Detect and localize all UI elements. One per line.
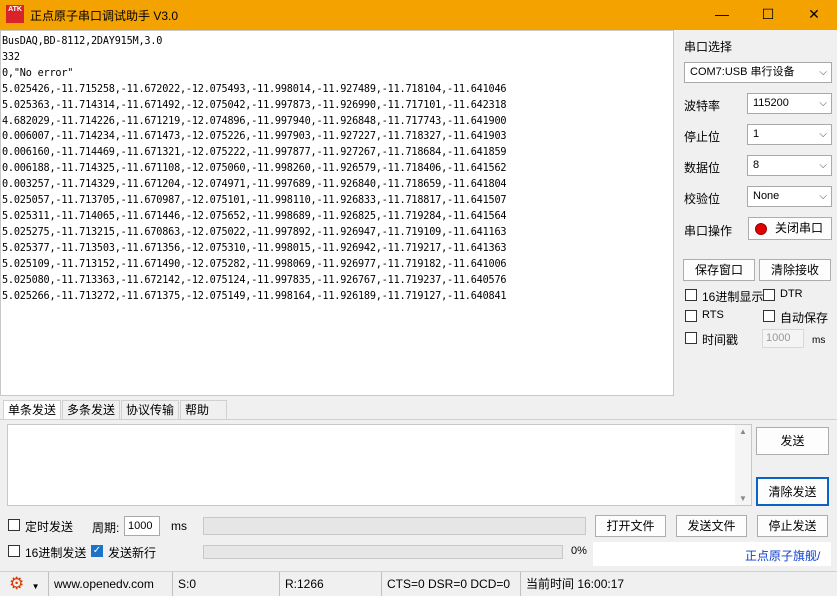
- close-port-button[interactable]: 关闭串口: [748, 217, 832, 240]
- tab-protocol[interactable]: 协议传输: [121, 400, 180, 420]
- minimize-icon: —: [715, 6, 729, 22]
- tab-help[interactable]: 帮助: [180, 400, 227, 420]
- close-port-label: 关闭串口: [774, 221, 823, 235]
- status-received: R:1266: [280, 572, 382, 596]
- stop-bits-value: 1: [753, 128, 760, 140]
- clear-receive-button[interactable]: 清除接收: [759, 259, 831, 281]
- close-icon: ✕: [808, 6, 820, 22]
- timed-send-label: 定时发送: [25, 520, 74, 534]
- settings-gear-button[interactable]: ⚙ ▼: [0, 572, 49, 596]
- receive-textarea[interactable]: BusDAQ,BD-8112,2DAY915M,3.0 332 0,"No er…: [0, 30, 674, 396]
- send-newline-checkbox[interactable]: ✓: [91, 545, 103, 557]
- send-file-button[interactable]: 发送文件: [676, 515, 747, 537]
- app-logo: ATK: [6, 5, 24, 23]
- send-progress-bar: [203, 545, 563, 559]
- tab-multi-send[interactable]: 多条发送: [62, 400, 121, 420]
- app-window: ATK 正点原子串口调试助手 V3.0 — ☐ ✕ BusDAQ,BD-8112…: [0, 0, 837, 596]
- hex-display-label: 16进制显示: [702, 290, 764, 304]
- receive-text: BusDAQ,BD-8112,2DAY915M,3.0 332 0,"No er…: [2, 36, 507, 302]
- parity-select[interactable]: None ⌵: [747, 186, 832, 207]
- hex-send-label: 16进制发送: [25, 546, 87, 560]
- save-window-button[interactable]: 保存窗口: [683, 259, 755, 281]
- hex-send-checkbox[interactable]: [8, 545, 20, 557]
- parity-value: None: [753, 190, 780, 202]
- stop-bits-select[interactable]: 1 ⌵: [747, 124, 832, 145]
- maximize-button[interactable]: ☐: [745, 0, 791, 30]
- status-time: 当前时间 16:00:17: [526, 577, 625, 591]
- status-sent: S:0: [173, 572, 280, 596]
- chevron-down-icon: ⌵: [819, 129, 827, 140]
- rts-checkbox[interactable]: [685, 310, 697, 322]
- send-file-path: [203, 517, 586, 535]
- ad-text: 正点原子旗舰/: [745, 549, 821, 563]
- stop-send-button[interactable]: 停止发送: [757, 515, 828, 537]
- send-scrollbar[interactable]: ▲ ▼: [735, 425, 751, 505]
- send-progress-text: 0%: [571, 545, 587, 557]
- baud-label: 波特率: [684, 99, 721, 113]
- period-input[interactable]: 1000: [124, 516, 160, 536]
- port-operation-label: 串口操作: [684, 224, 733, 238]
- open-file-button[interactable]: 打开文件: [595, 515, 666, 537]
- port-select[interactable]: COM7:USB 串行设备 ⌵: [684, 62, 832, 83]
- hex-display-checkbox[interactable]: [685, 289, 697, 301]
- auto-save-checkbox[interactable]: [763, 310, 775, 322]
- timestamp-input[interactable]: 1000: [762, 329, 804, 348]
- app-logo-text: ATK: [8, 6, 22, 13]
- baud-select[interactable]: 115200 ⌵: [747, 93, 832, 114]
- send-textarea[interactable]: ▲ ▼: [7, 424, 752, 506]
- scroll-down-icon[interactable]: ▼: [739, 494, 747, 503]
- caret-down-icon: ▼: [31, 582, 40, 591]
- dtr-checkbox[interactable]: [763, 289, 775, 301]
- chevron-down-icon: ⌵: [819, 98, 827, 109]
- chevron-down-icon: ⌵: [819, 67, 827, 78]
- status-signals: CTS=0 DSR=0 DCD=0: [382, 572, 521, 596]
- send-button[interactable]: 发送: [756, 427, 829, 455]
- minimize-button[interactable]: —: [699, 0, 745, 30]
- period-unit: ms: [171, 519, 187, 533]
- maximize-icon: ☐: [761, 6, 775, 22]
- send-newline-label: 发送新行: [108, 546, 157, 560]
- status-bar: ⚙ ▼ www.openedv.com S:0 R:1266 CTS=0 DSR…: [0, 571, 837, 596]
- data-bits-label: 数据位: [684, 161, 721, 175]
- tab-divider: [0, 419, 837, 420]
- tab-single-send[interactable]: 单条发送: [3, 400, 62, 420]
- check-icon: ✓: [92, 545, 102, 556]
- close-window-button[interactable]: ✕: [791, 0, 837, 30]
- data-bits-select[interactable]: 8 ⌵: [747, 155, 832, 176]
- dtr-label: DTR: [780, 288, 803, 300]
- scroll-up-icon[interactable]: ▲: [739, 427, 747, 436]
- gear-icon: ⚙: [9, 574, 25, 593]
- period-label: 周期:: [92, 521, 120, 535]
- window-title: 正点原子串口调试助手 V3.0: [30, 9, 179, 23]
- port-status-icon: [755, 223, 767, 235]
- clear-send-button[interactable]: 清除发送: [756, 477, 829, 506]
- data-bits-value: 8: [753, 159, 760, 171]
- timestamp-unit: ms: [812, 335, 826, 346]
- timed-send-checkbox[interactable]: [8, 519, 20, 531]
- timestamp-label: 时间戳: [702, 333, 739, 347]
- chevron-down-icon: ⌵: [819, 160, 827, 171]
- auto-save-label: 自动保存: [780, 311, 829, 325]
- rts-label: RTS: [702, 309, 724, 321]
- ad-banner[interactable]: 正点原子旗舰/: [593, 542, 831, 566]
- port-label: 串口选择: [684, 40, 733, 54]
- status-url[interactable]: www.openedv.com: [49, 572, 173, 596]
- baud-value: 115200: [753, 97, 789, 109]
- port-value: COM7:USB 串行设备: [690, 66, 795, 78]
- title-bar: ATK 正点原子串口调试助手 V3.0 — ☐ ✕: [0, 0, 837, 30]
- timestamp-checkbox[interactable]: [685, 332, 697, 344]
- stop-bits-label: 停止位: [684, 130, 721, 144]
- parity-label: 校验位: [684, 192, 721, 206]
- chevron-down-icon: ⌵: [819, 191, 827, 202]
